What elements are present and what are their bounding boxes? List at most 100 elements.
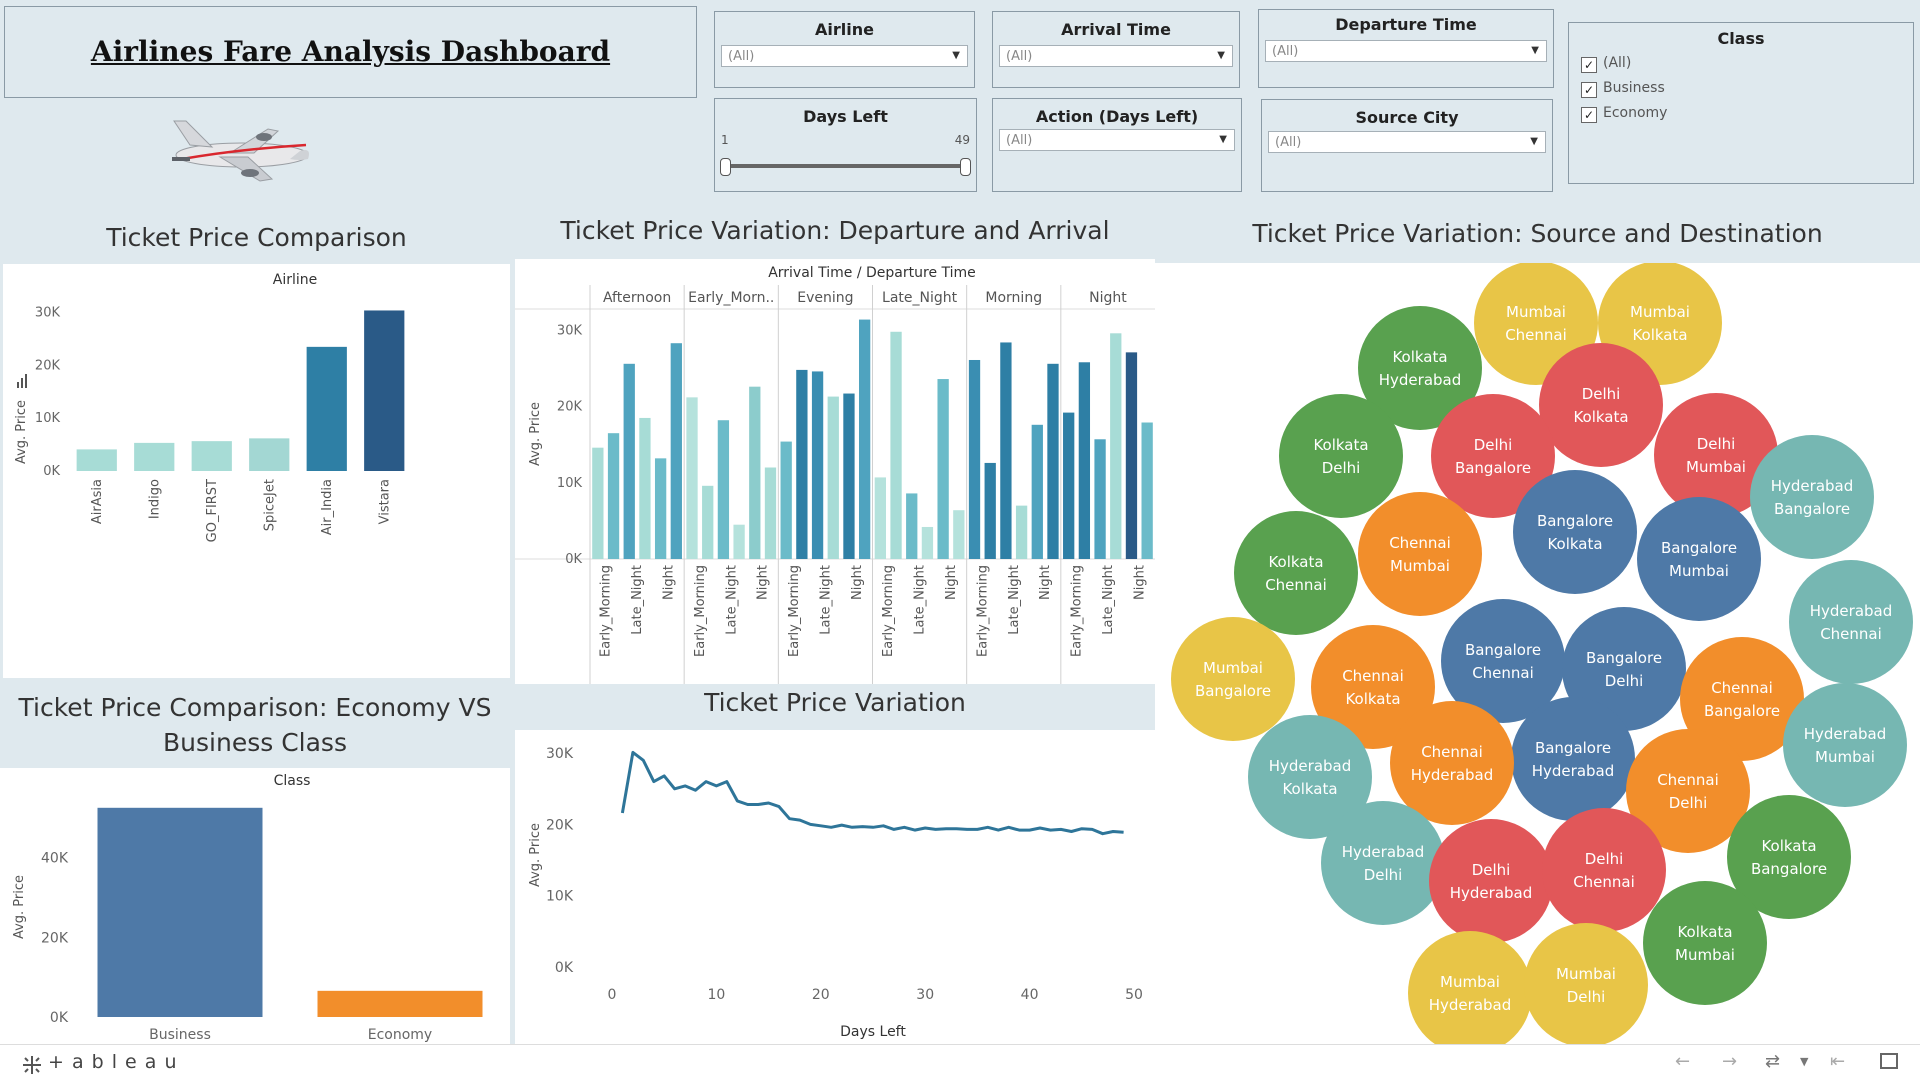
- caret-down-icon: ▼: [1217, 50, 1225, 61]
- bar: [764, 467, 777, 559]
- bubble-dest-label: Chennai: [1820, 625, 1882, 643]
- first-page-icon[interactable]: ⇤: [1830, 1051, 1845, 1072]
- revert-icon[interactable]: ⇄: [1765, 1051, 1780, 1072]
- bar: [749, 386, 761, 559]
- y-tick-label: 0K: [555, 960, 574, 976]
- y-tick-label: 20K: [35, 358, 61, 373]
- undo-icon[interactable]: ←: [1675, 1051, 1690, 1072]
- bubble-source-label: Bangalore: [1465, 641, 1541, 659]
- dep-arr-chart-panel: Arrival Time / Departure Time Avg. Price…: [515, 259, 1155, 684]
- bubble-source-label: Delhi: [1472, 861, 1511, 879]
- slider-handle-max[interactable]: [960, 158, 971, 176]
- filter-label: Days Left: [803, 107, 888, 126]
- route-bubble: [1643, 881, 1767, 1005]
- sort-icon[interactable]: [17, 374, 27, 388]
- bubble-source-label: Delhi: [1474, 436, 1513, 454]
- bubble-dest-label: Delhi: [1364, 866, 1403, 884]
- action-days-left-dropdown[interactable]: (All) ▼: [999, 129, 1235, 151]
- checkbox-checked-icon[interactable]: ✓: [1581, 57, 1597, 73]
- group-header-label: Early_Morn..: [688, 290, 774, 306]
- bubble-dest-label: Mumbai: [1675, 946, 1735, 964]
- x-tick-label: GO_FIRST: [205, 479, 220, 542]
- y-tick-label: 0K: [565, 552, 582, 567]
- bubble-source-label: Kolkata: [1268, 553, 1323, 571]
- bar: [1000, 342, 1012, 559]
- routes-chart-panel: Mumbai Chennai Mumbai Kolkata Kolkata Hyderab…: [1155, 261, 1920, 1055]
- tableau-logo: [23, 1056, 41, 1074]
- x-tick-label: Night: [661, 565, 676, 600]
- route-bubble: [1390, 701, 1514, 825]
- bubble-dest-label: Kolkata: [1547, 535, 1602, 553]
- bar: [134, 442, 175, 471]
- bubble-source-label: Delhi: [1585, 850, 1624, 868]
- days-line-chart: Days Left Avg. Price 0K 10K 20K 30K 0 10 20 30 4…: [528, 746, 1143, 1040]
- bubble-dest-label: Chennai: [1573, 873, 1635, 891]
- filter-label: Airline: [815, 20, 874, 39]
- bar: [364, 310, 405, 471]
- dep-arr-chart-title: Ticket Price Variation: Departure and Ar…: [515, 207, 1155, 259]
- route-bubble: [1524, 923, 1648, 1047]
- route-bubble: [1542, 808, 1666, 932]
- x-tick-label: Night: [850, 565, 865, 600]
- bar: [1015, 505, 1028, 559]
- checkbox-checked-icon[interactable]: ✓: [1581, 107, 1597, 123]
- bubble-source-label: Kolkata: [1677, 923, 1732, 941]
- arrival-time-dropdown[interactable]: (All) ▼: [999, 45, 1233, 67]
- bubble-source-label: Chennai: [1421, 743, 1483, 761]
- fullscreen-icon[interactable]: [1880, 1053, 1898, 1069]
- bar: [827, 396, 839, 559]
- filter-airline: Airline (All) ▼: [714, 11, 975, 88]
- bar: [1125, 352, 1138, 559]
- slider-handle-min[interactable]: [720, 158, 731, 176]
- bubble-dest-label: Kolkata: [1573, 408, 1628, 426]
- filter-source-city: Source City (All) ▼: [1261, 99, 1553, 192]
- bar: [654, 458, 667, 559]
- bar: [623, 363, 635, 559]
- route-bubble: [1279, 394, 1403, 518]
- bar: [717, 420, 730, 559]
- x-tick-label: 0: [608, 987, 617, 1003]
- redo-icon[interactable]: →: [1722, 1051, 1737, 1072]
- bubble-source-label: Bangalore: [1537, 512, 1613, 530]
- bar: [1110, 333, 1122, 559]
- bar: [733, 524, 745, 559]
- source-city-dropdown[interactable]: (All) ▼: [1268, 131, 1546, 153]
- bubble-dest-label: Mumbai: [1390, 557, 1450, 575]
- x-tick-label: Late_Night: [724, 565, 739, 635]
- x-tick-label: Economy: [368, 1027, 432, 1043]
- route-bubble: [1358, 492, 1482, 616]
- x-tick-label: Late_Night: [1101, 565, 1116, 635]
- class-chart-title-line: Ticket Price Comparison: Economy VS: [18, 693, 492, 722]
- caret-down-icon[interactable]: ▼: [1800, 1055, 1808, 1068]
- caret-down-icon: ▼: [1530, 136, 1538, 147]
- bubble-dest-label: Bangalore: [1704, 702, 1780, 720]
- bubble-dest-label: Hyderabad: [1532, 762, 1615, 780]
- bubble-source-label: Delhi: [1582, 385, 1621, 403]
- bubble-source-label: Hyderabad: [1269, 757, 1352, 775]
- bubble-source-label: Bangalore: [1586, 649, 1662, 667]
- x-tick-label: Early_Morning: [599, 565, 614, 657]
- y-tick-label: 0K: [50, 1010, 69, 1026]
- class-option-all[interactable]: ✓ (All): [1581, 55, 1631, 73]
- y-tick-label: 40K: [41, 851, 69, 867]
- bubble-dest-label: Kolkata: [1282, 780, 1337, 798]
- airline-bar-chart: Airline Avg. Price 0K 10K 20K 30K AirAsia Ind…: [14, 272, 405, 542]
- checkbox-checked-icon[interactable]: ✓: [1581, 82, 1597, 98]
- x-tick-label: Indigo: [147, 479, 162, 519]
- class-option-economy[interactable]: ✓ Economy: [1581, 105, 1667, 123]
- class-option-business[interactable]: ✓ Business: [1581, 80, 1665, 98]
- departure-time-dropdown[interactable]: (All) ▼: [1265, 40, 1547, 62]
- y-axis-title: Avg. Price: [528, 823, 543, 887]
- y-tick-label: 10K: [546, 889, 574, 905]
- bar: [890, 331, 902, 559]
- airline-dropdown[interactable]: (All) ▼: [721, 45, 968, 67]
- x-tick-label: 10: [707, 987, 725, 1003]
- route-bubble: [1637, 497, 1761, 621]
- airplane-icon: [172, 120, 309, 182]
- footer-bar: + a b l e a u ← → ⇄ ▼ ⇤: [0, 1044, 1920, 1081]
- header-title: Arrival Time / Departure Time: [768, 265, 976, 281]
- bubble-dest-label: Chennai: [1472, 664, 1534, 682]
- slider-track[interactable]: [725, 164, 966, 168]
- bar: [843, 393, 855, 559]
- filter-label: Arrival Time: [1061, 20, 1171, 39]
